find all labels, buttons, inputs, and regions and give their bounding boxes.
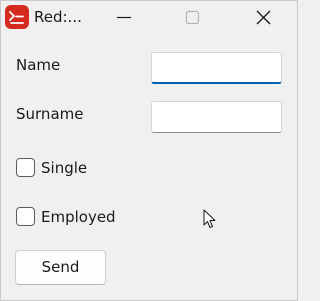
send-button[interactable]: Send <box>15 250 106 285</box>
red-app-icon <box>5 5 29 29</box>
name-label: Name <box>16 56 61 74</box>
window-title: Red:... <box>34 8 82 26</box>
close-icon <box>256 10 271 25</box>
single-checkbox-label[interactable]: Single <box>41 157 87 179</box>
mouse-cursor-icon <box>203 209 216 228</box>
app-window: Red:... Name Surname Single Employed Sen… <box>0 0 298 301</box>
minimize-icon <box>117 16 131 19</box>
surname-label: Surname <box>16 105 84 123</box>
maximize-button[interactable] <box>169 1 215 34</box>
employed-checkbox[interactable] <box>16 207 35 226</box>
close-button[interactable] <box>240 1 286 34</box>
maximize-icon <box>185 10 200 25</box>
minimize-button[interactable] <box>101 1 147 34</box>
employed-checkbox-label[interactable]: Employed <box>41 206 116 228</box>
surname-input[interactable] <box>151 101 282 133</box>
single-checkbox[interactable] <box>16 158 35 177</box>
title-bar[interactable]: Red:... <box>1 1 297 34</box>
name-input[interactable] <box>151 52 282 84</box>
